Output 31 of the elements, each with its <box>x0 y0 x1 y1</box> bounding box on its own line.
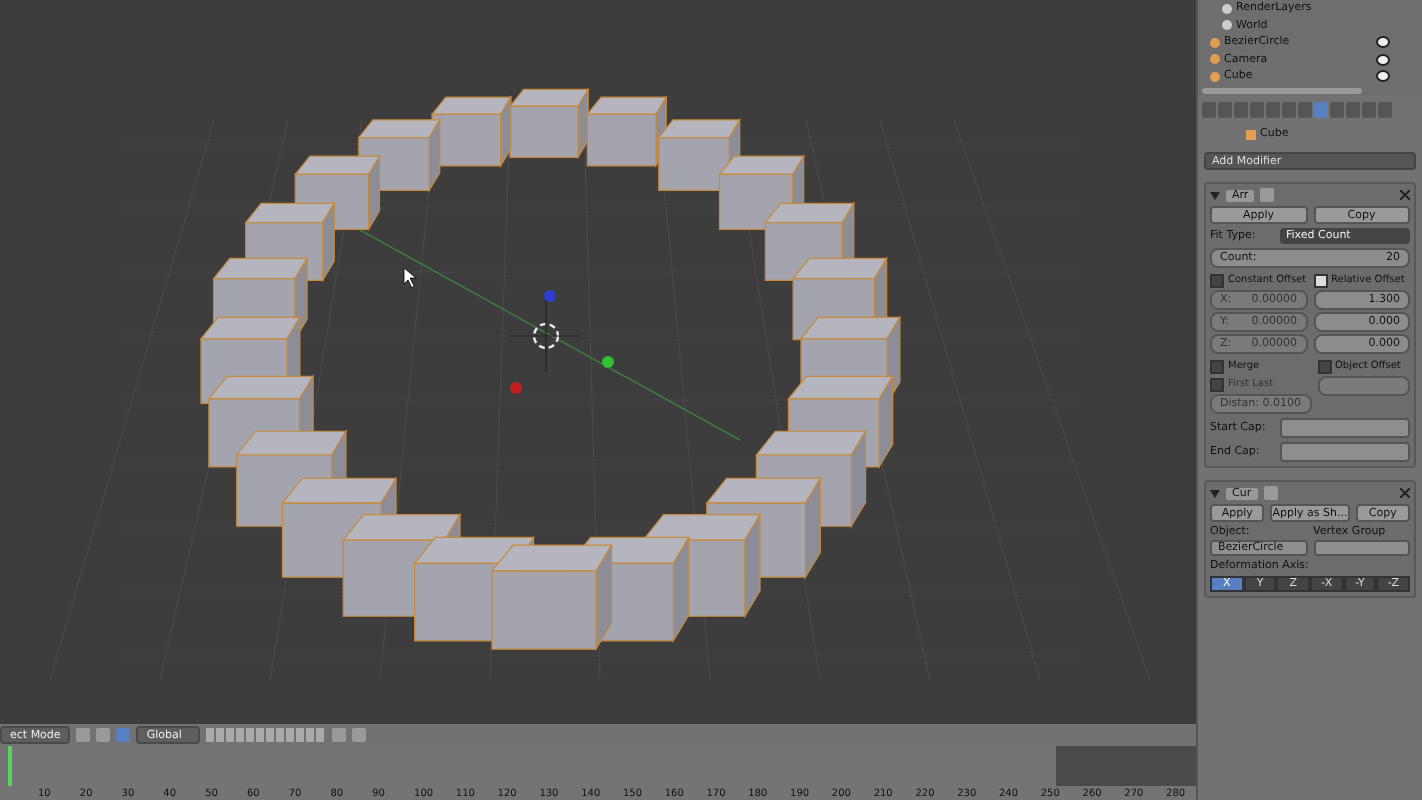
manipulator-drawing <box>509 290 614 394</box>
checkbox[interactable] <box>1210 377 1224 391</box>
cube-icon <box>1246 129 1256 139</box>
properties-tab[interactable] <box>1202 102 1216 118</box>
properties-tab[interactable] <box>1282 102 1296 118</box>
vertex-group-field[interactable] <box>1313 540 1410 556</box>
checkbox[interactable] <box>1210 359 1224 373</box>
properties-tab[interactable] <box>1378 102 1392 118</box>
properties-tab[interactable] <box>1362 102 1376 118</box>
3d-viewport[interactable] <box>0 0 1196 724</box>
mouse-cursor-icon <box>403 267 417 289</box>
collapse-icon[interactable] <box>1210 489 1220 497</box>
properties-tab[interactable] <box>1234 102 1248 118</box>
checkbox[interactable] <box>1313 273 1327 287</box>
close-icon[interactable] <box>1400 488 1410 498</box>
properties-tab[interactable] <box>1250 102 1264 118</box>
properties-tab[interactable] <box>1330 102 1344 118</box>
end-cap-field[interactable] <box>1280 442 1410 462</box>
checkbox[interactable] <box>1210 273 1224 287</box>
properties-tab[interactable] <box>1266 102 1280 118</box>
collapse-icon[interactable] <box>1210 191 1220 199</box>
object-field[interactable] <box>1317 376 1410 396</box>
properties-tab[interactable] <box>1218 102 1232 118</box>
layer-buttons[interactable] <box>206 728 327 742</box>
properties-tab[interactable] <box>1298 102 1312 118</box>
properties-tab[interactable] <box>1314 102 1328 118</box>
scrollbar[interactable] <box>1202 87 1362 93</box>
close-icon[interactable] <box>1400 190 1410 200</box>
checkbox[interactable] <box>1317 359 1331 373</box>
properties-tab[interactable] <box>1346 102 1360 118</box>
start-cap-field[interactable] <box>1280 418 1410 438</box>
